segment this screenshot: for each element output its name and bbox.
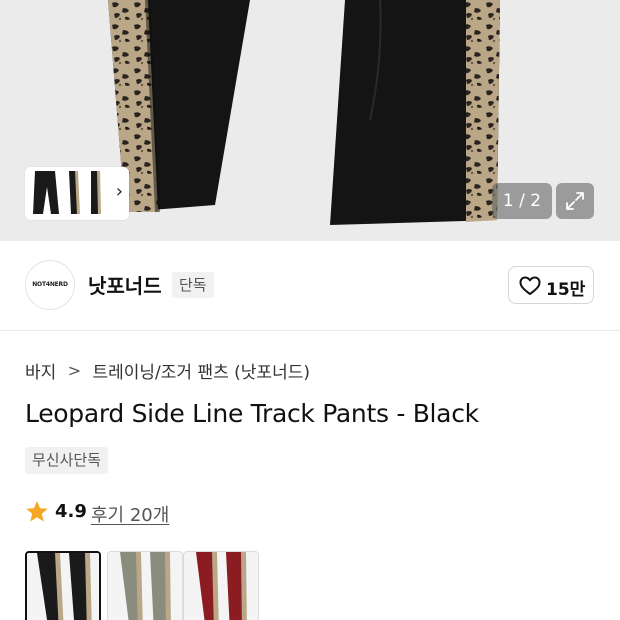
breadcrumb-item-pants[interactable]: 바지 xyxy=(25,358,56,383)
expand-button[interactable] xyxy=(556,183,594,219)
brand-exclusive-tag: 단독 xyxy=(172,272,214,298)
brand-row: NOT4NERD 낫포너드 단독 15만 xyxy=(0,241,620,331)
image-counter: 1 / 2 xyxy=(492,183,552,219)
product-image-gallery[interactable]: › 1 / 2 xyxy=(0,0,620,241)
rating-value: 4.9 xyxy=(55,501,87,522)
heart-outline-icon xyxy=(519,276,541,295)
exclusive-badge: 무신사단독 xyxy=(25,447,109,474)
color-option-burgundy[interactable] xyxy=(183,551,259,620)
color-option-image xyxy=(108,552,182,620)
breadcrumb-separator: > xyxy=(67,361,82,380)
color-option-khaki[interactable] xyxy=(107,551,183,620)
like-count: 15만 xyxy=(546,280,586,300)
thumbnail-strip[interactable]: › xyxy=(25,167,129,220)
brand-name[interactable]: 낫포너드 xyxy=(88,270,162,299)
breadcrumb: 바지 > 트레이닝/조거 팬츠 (낫포너드) xyxy=(25,358,310,383)
chevron-right-icon[interactable]: › xyxy=(116,181,123,203)
brand-logo[interactable]: NOT4NERD xyxy=(25,260,75,310)
color-option-image xyxy=(27,553,99,620)
breadcrumb-item-category[interactable]: 트레이닝/조거 팬츠 (낫포너드) xyxy=(93,358,310,383)
color-option-image xyxy=(184,552,258,620)
star-icon xyxy=(26,501,48,522)
expand-arrows-icon xyxy=(566,192,584,210)
like-button[interactable]: 15만 xyxy=(508,266,594,304)
color-options xyxy=(25,551,325,620)
product-title: Leopard Side Line Track Pants - Black xyxy=(25,399,479,428)
review-count-link[interactable]: 후기 20개 xyxy=(91,501,169,527)
color-option-black[interactable] xyxy=(25,551,101,620)
thumbnail-image xyxy=(25,167,129,220)
